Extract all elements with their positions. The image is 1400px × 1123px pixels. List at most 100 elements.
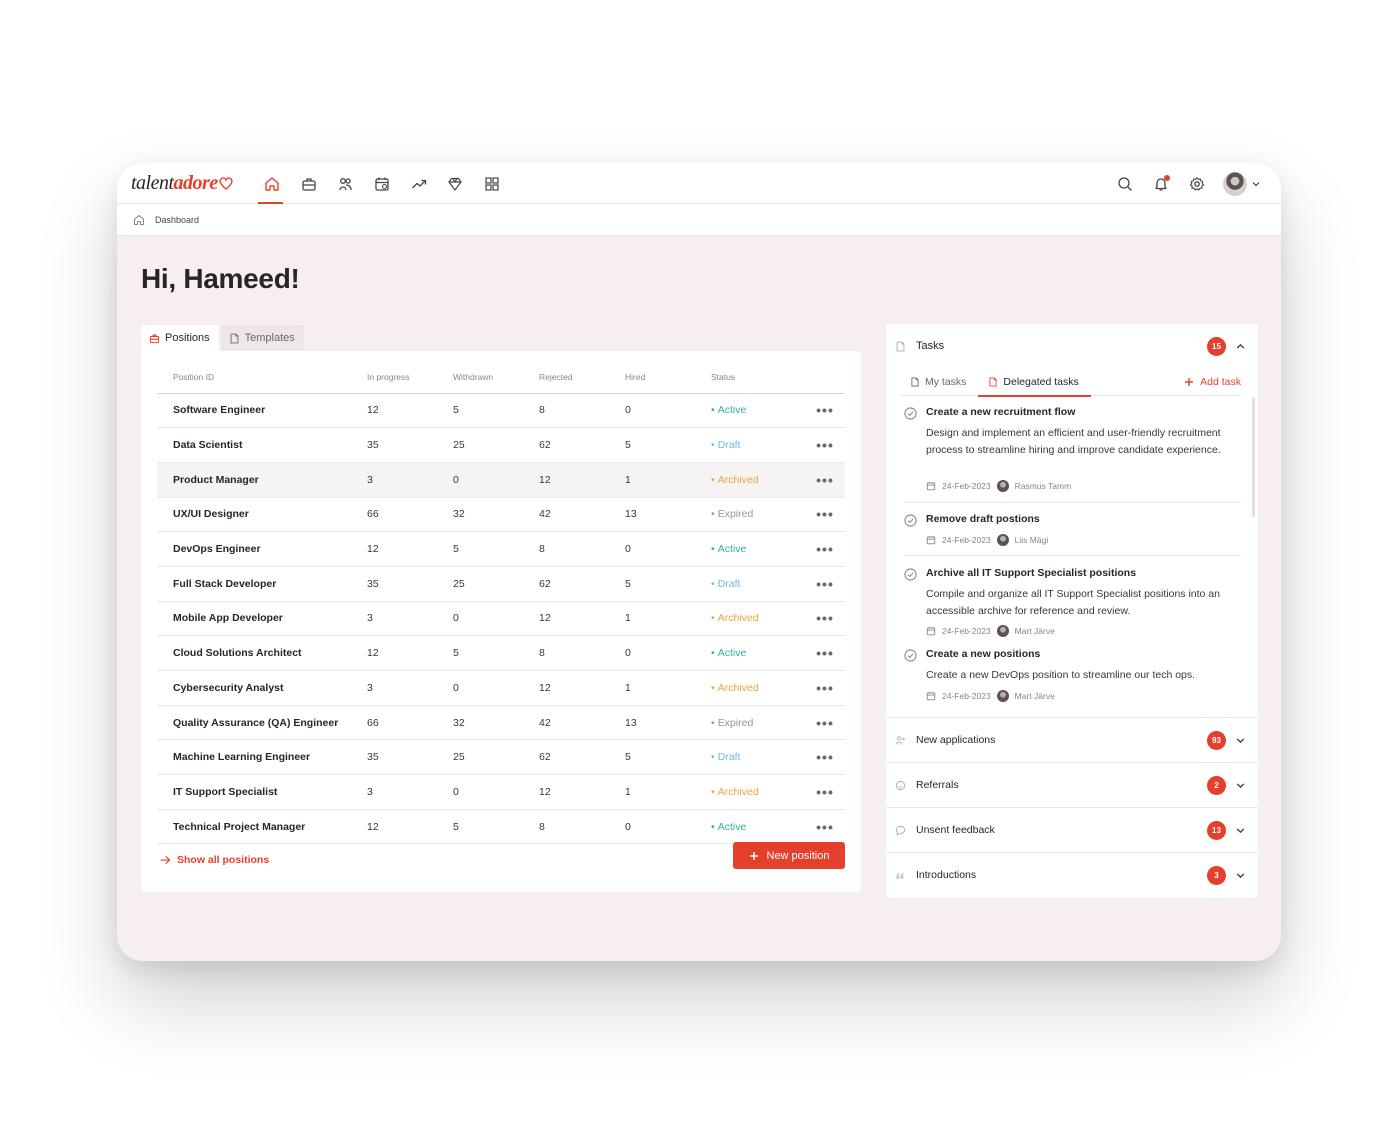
avatar: [996, 625, 1009, 637]
row-menu-button[interactable]: •••: [805, 601, 845, 637]
rejected-count: 62: [539, 566, 625, 602]
row-menu-button[interactable]: •••: [805, 670, 845, 706]
task-item[interactable]: Archive all IT Support Specialist positi…: [904, 567, 1240, 647]
briefcase-icon: [149, 334, 160, 343]
nav-analytics[interactable]: [400, 163, 437, 204]
position-name[interactable]: Mobile App Developer: [157, 601, 367, 637]
table-row[interactable]: Cybersecurity Analyst 3 0 12 1 Archived …: [157, 670, 845, 706]
new-position-button[interactable]: New position: [733, 842, 845, 869]
check-circle-icon[interactable]: [904, 649, 917, 662]
in-progress-count: 3: [367, 670, 453, 706]
column-header[interactable]: Position ID: [157, 361, 367, 394]
position-name[interactable]: Product Manager: [157, 462, 367, 498]
home-icon[interactable]: [133, 214, 145, 226]
task-item[interactable]: Create a new recruitment flow Design and…: [904, 406, 1241, 506]
positions-panel: Position ID In progress Withdrawn Reject…: [141, 351, 861, 892]
table-row[interactable]: Machine Learning Engineer 35 25 62 5 Dra…: [157, 739, 845, 776]
settings-button[interactable]: [1187, 174, 1207, 194]
rejected-count: 8: [539, 809, 625, 845]
position-name[interactable]: Cybersecurity Analyst: [157, 670, 367, 706]
section-new-applications[interactable]: New applications 93: [886, 717, 1258, 762]
task-item[interactable]: Create a new positions Create a new DevO…: [904, 648, 1240, 712]
section-introductions[interactable]: Introductions 3: [886, 852, 1258, 897]
row-menu-button[interactable]: •••: [805, 531, 845, 567]
table-row[interactable]: Product Manager 3 0 12 1 Archived •••: [157, 462, 845, 498]
row-menu-button[interactable]: •••: [805, 739, 845, 776]
notifications-button[interactable]: [1151, 174, 1171, 194]
profile-menu[interactable]: [1223, 171, 1261, 196]
tab-positions[interactable]: Positions: [141, 325, 219, 351]
column-header[interactable]: Hired: [625, 361, 711, 394]
tasks-header[interactable]: Tasks 15: [886, 324, 1258, 368]
show-all-positions-link[interactable]: Show all positions: [159, 854, 269, 866]
main-nav: [254, 163, 510, 204]
hired-count: 0: [625, 635, 711, 671]
check-circle-icon[interactable]: [904, 568, 917, 581]
table-row[interactable]: Software Engineer 12 5 8 0 Active •••: [157, 393, 845, 429]
nav-home[interactable]: [254, 163, 291, 204]
rejected-count: 12: [539, 462, 625, 498]
withdrawn-count: 0: [453, 670, 539, 706]
row-menu-button[interactable]: •••: [805, 635, 845, 671]
in-progress-count: 35: [367, 427, 453, 463]
table-row[interactable]: Quality Assurance (QA) Engineer 66 32 42…: [157, 705, 845, 741]
table-row[interactable]: Full Stack Developer 35 25 62 5 Draft ••…: [157, 566, 845, 602]
in-progress-count: 66: [367, 497, 453, 533]
tab-templates[interactable]: Templates: [220, 325, 304, 351]
tab-delegated-tasks[interactable]: Delegated tasks: [978, 368, 1092, 397]
column-header[interactable]: Withdrawn: [453, 361, 539, 394]
withdrawn-count: 25: [453, 739, 539, 776]
section-referrals[interactable]: Referrals 2: [886, 762, 1258, 807]
nav-calendar[interactable]: [364, 163, 401, 204]
position-name[interactable]: Data Scientist: [157, 427, 367, 463]
tasks-scrollbar[interactable]: [1252, 397, 1255, 517]
table-row[interactable]: UX/UI Designer 66 32 42 13 Expired •••: [157, 497, 845, 533]
position-name[interactable]: Machine Learning Engineer: [157, 739, 367, 776]
position-name[interactable]: Software Engineer: [157, 393, 367, 429]
chevron-up-icon[interactable]: [1235, 341, 1246, 352]
search-icon: [1118, 176, 1132, 191]
position-name[interactable]: Technical Project Manager: [157, 809, 367, 845]
table-row[interactable]: IT Support Specialist 3 0 12 1 Archived …: [157, 774, 845, 810]
in-progress-count: 12: [367, 635, 453, 671]
app-window: talent adore Dashboard Hi, Hameed! Posit…: [117, 163, 1281, 961]
add-task-button[interactable]: Add task: [1184, 376, 1241, 388]
diamond-icon: [448, 177, 462, 191]
row-menu-button[interactable]: •••: [805, 497, 845, 533]
row-menu-button[interactable]: •••: [805, 393, 845, 429]
check-circle-icon[interactable]: [904, 514, 917, 527]
column-header[interactable]: Rejected: [539, 361, 625, 394]
position-name[interactable]: Quality Assurance (QA) Engineer: [157, 705, 367, 741]
row-menu-button[interactable]: •••: [805, 566, 845, 602]
row-menu-button[interactable]: •••: [805, 427, 845, 463]
position-name[interactable]: Cloud Solutions Architect: [157, 635, 367, 671]
table-row[interactable]: Cloud Solutions Architect 12 5 8 0 Activ…: [157, 635, 845, 671]
nav-positions[interactable]: [291, 163, 328, 204]
position-name[interactable]: UX/UI Designer: [157, 497, 367, 533]
brand-logo[interactable]: talent adore: [131, 168, 234, 198]
row-menu-button[interactable]: •••: [805, 462, 845, 498]
row-menu-button[interactable]: •••: [805, 809, 845, 845]
row-menu-button[interactable]: •••: [805, 705, 845, 741]
column-header[interactable]: In progress: [367, 361, 453, 394]
section-unsent-feedback[interactable]: Unsent feedback 13: [886, 807, 1258, 852]
home-icon: [265, 176, 279, 191]
column-header[interactable]: Status: [711, 361, 805, 394]
nav-apps[interactable]: [474, 163, 511, 204]
table-row[interactable]: DevOps Engineer 12 5 8 0 Active •••: [157, 531, 845, 567]
nav-premium[interactable]: [437, 163, 474, 204]
row-menu-button[interactable]: •••: [805, 774, 845, 810]
table-row[interactable]: Mobile App Developer 3 0 12 1 Archived •…: [157, 601, 845, 637]
check-circle-icon[interactable]: [904, 407, 917, 420]
task-item[interactable]: Remove draft postions 24-Feb-2023 Liis M…: [904, 513, 1241, 563]
divider: [904, 502, 1241, 503]
position-name[interactable]: DevOps Engineer: [157, 531, 367, 567]
position-name[interactable]: IT Support Specialist: [157, 774, 367, 810]
nav-candidates[interactable]: [327, 163, 364, 204]
tab-my-tasks[interactable]: My tasks: [900, 368, 978, 396]
table-row[interactable]: Technical Project Manager 12 5 8 0 Activ…: [157, 809, 845, 845]
position-name[interactable]: Full Stack Developer: [157, 566, 367, 602]
avatar: [996, 690, 1009, 702]
table-row[interactable]: Data Scientist 35 25 62 5 Draft •••: [157, 427, 845, 463]
search-button[interactable]: [1115, 174, 1135, 194]
